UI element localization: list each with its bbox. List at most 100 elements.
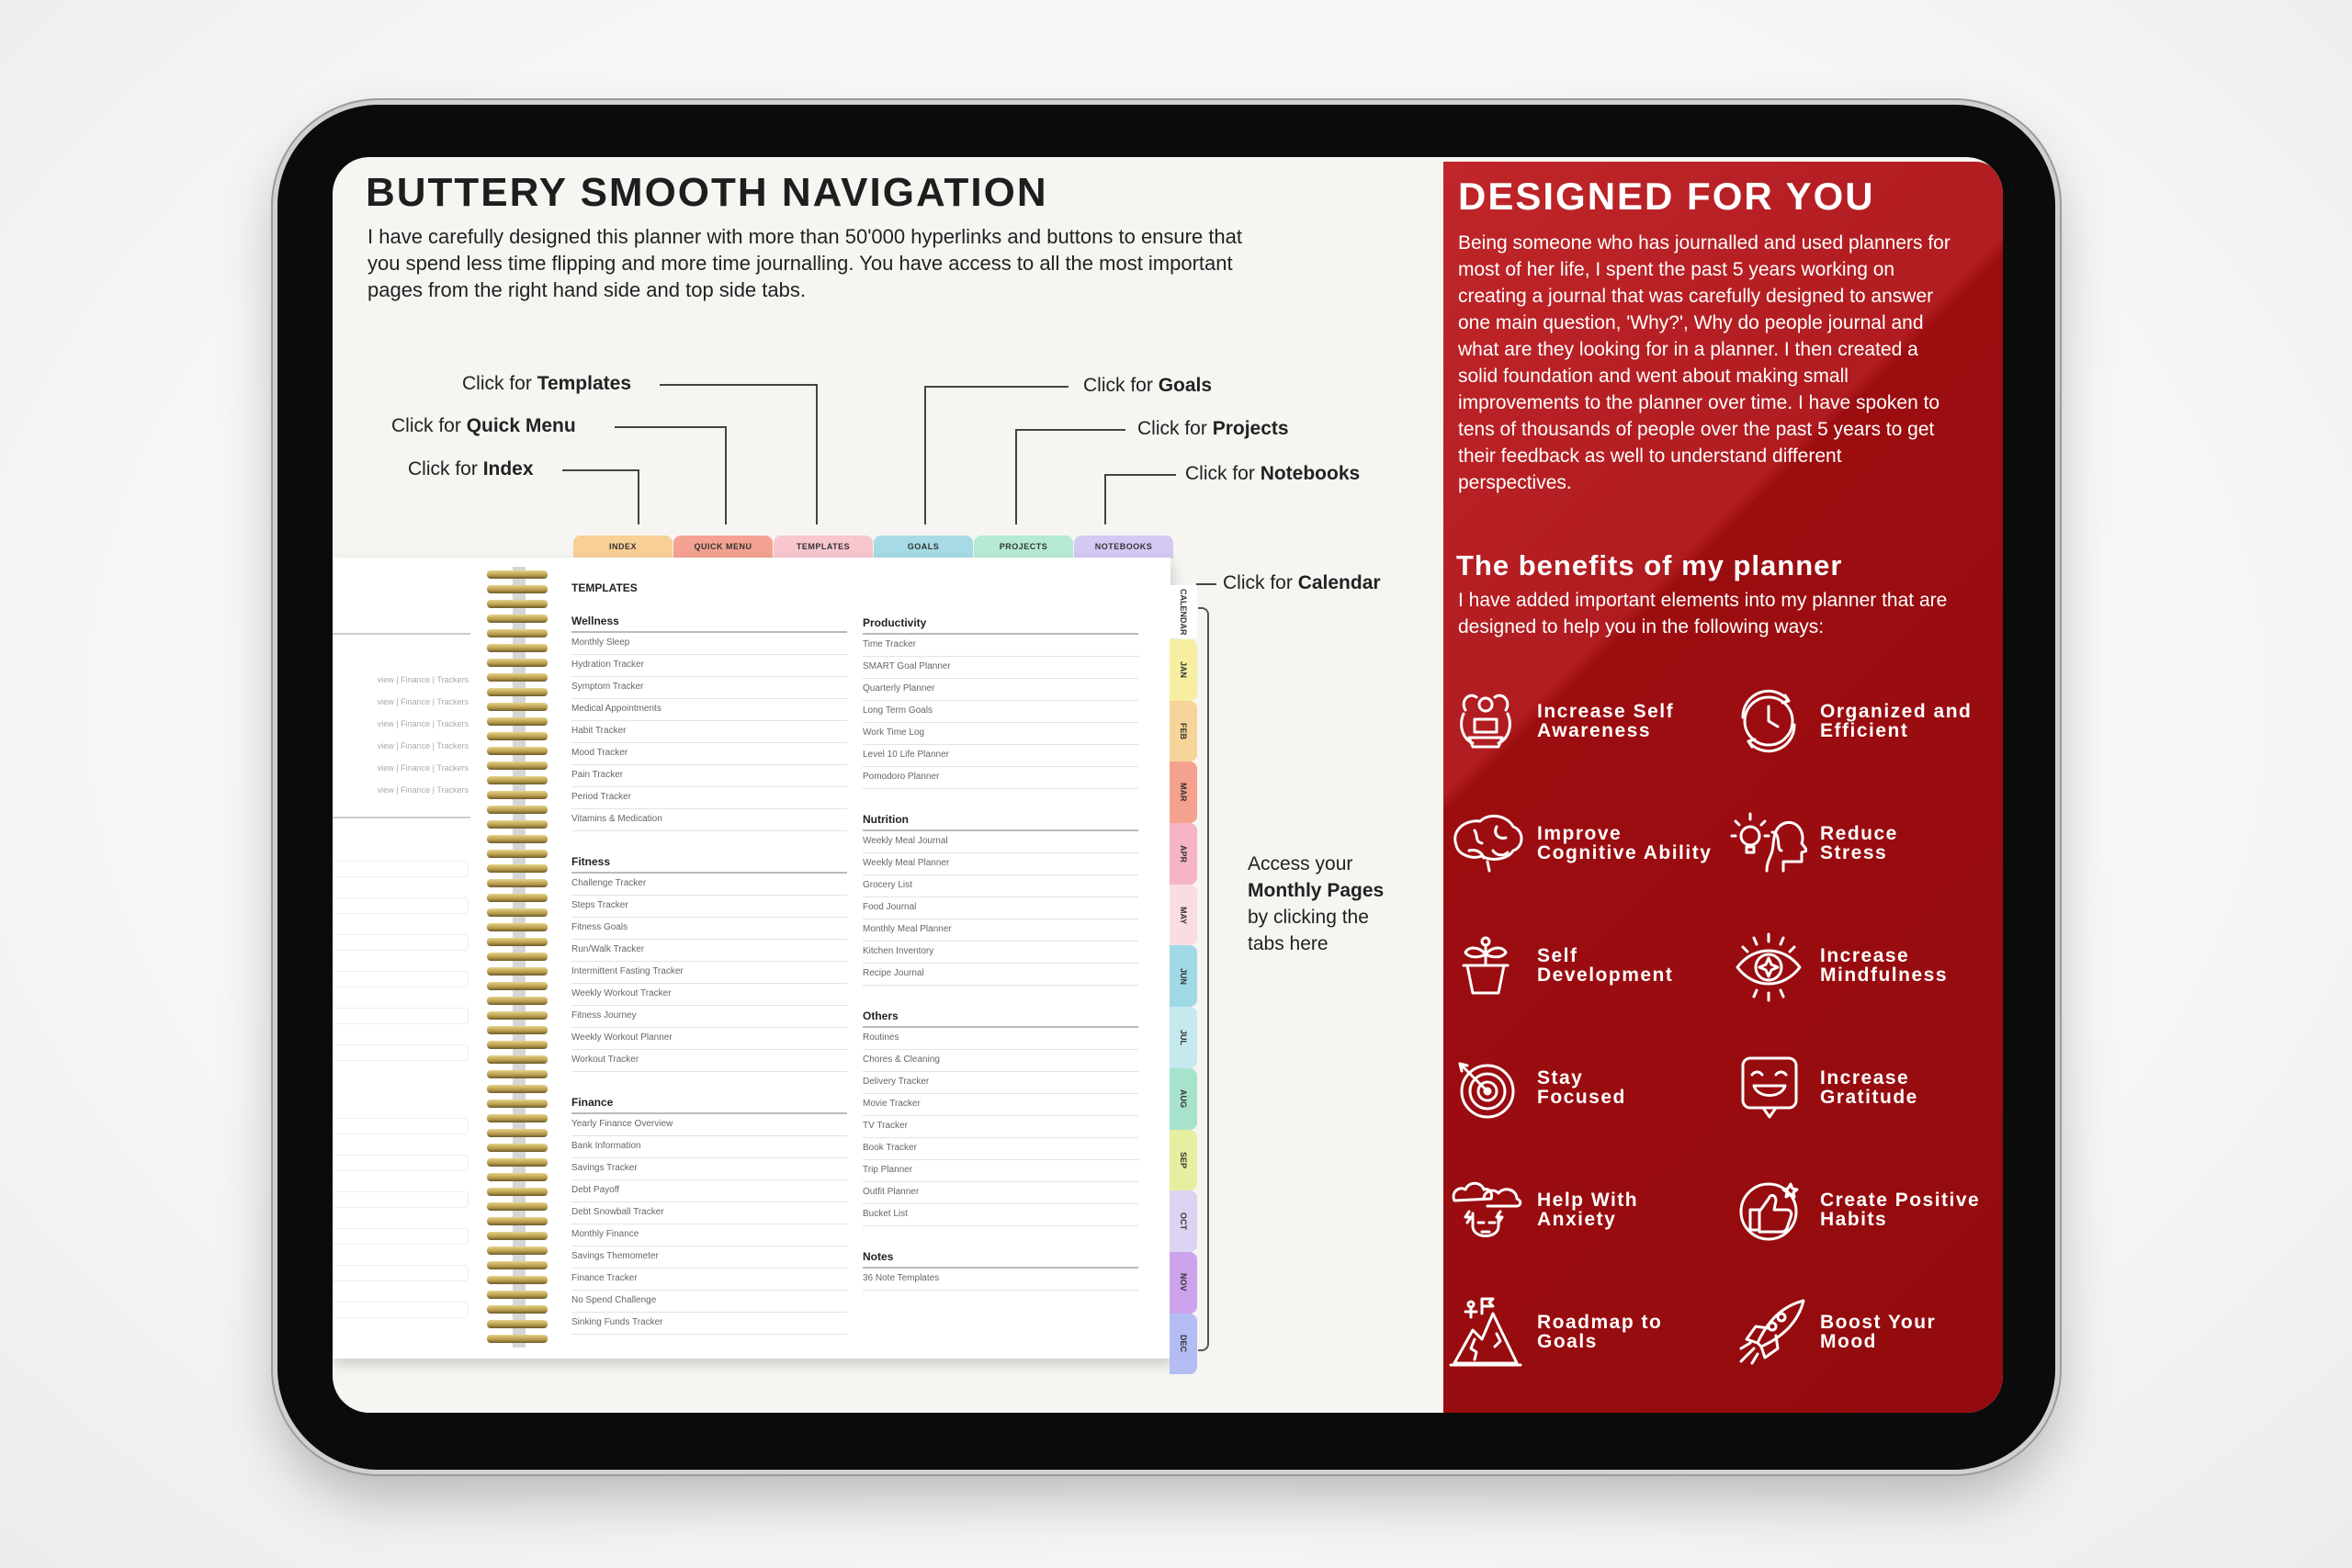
- template-link[interactable]: Time Tracker: [863, 635, 1138, 657]
- template-link[interactable]: Habit Tracker: [571, 721, 847, 743]
- tab-oct[interactable]: OCT: [1170, 1190, 1197, 1252]
- template-link[interactable]: No Spend Challenge: [571, 1291, 847, 1313]
- tab-aug[interactable]: AUG: [1170, 1067, 1197, 1130]
- template-link[interactable]: Savings Tracker: [571, 1158, 847, 1180]
- template-link[interactable]: Bucket List: [863, 1204, 1138, 1226]
- template-link[interactable]: Weekly Workout Tracker: [571, 984, 847, 1006]
- template-link[interactable]: Long Term Goals: [863, 701, 1138, 723]
- spiral-coil: [487, 1291, 548, 1299]
- template-link[interactable]: Debt Snowball Tracker: [571, 1202, 847, 1224]
- template-link[interactable]: Savings Themometer: [571, 1247, 847, 1269]
- tab-jun[interactable]: JUN: [1170, 945, 1197, 1008]
- tab-jul[interactable]: JUL: [1170, 1007, 1197, 1068]
- template-link[interactable]: Monthly Meal Planner: [863, 919, 1138, 942]
- callout-goals: Click for Goals: [1083, 375, 1212, 397]
- tab-notebooks[interactable]: NOTEBOOKS: [1074, 536, 1173, 558]
- tab-projects[interactable]: PROJECTS: [974, 536, 1073, 558]
- spiral-coil: [487, 629, 548, 637]
- tab-dec[interactable]: DEC: [1170, 1313, 1197, 1375]
- spiral-coil: [487, 1188, 548, 1196]
- index-row[interactable]: view | Finance | Trackers: [333, 741, 469, 750]
- callout-prefix: Click for: [391, 415, 467, 436]
- index-row[interactable]: view | Finance | Trackers: [333, 719, 469, 728]
- template-link[interactable]: Trip Planner: [863, 1160, 1138, 1182]
- template-link[interactable]: Period Tracker: [571, 787, 847, 809]
- benefit-item: Roadmap to Goals: [1447, 1293, 1723, 1371]
- template-link[interactable]: Bank Information: [571, 1136, 847, 1158]
- index-row[interactable]: view | Finance | Trackers: [333, 785, 469, 795]
- template-link[interactable]: Vitamins & Medication: [571, 809, 847, 831]
- template-link[interactable]: Fitness Goals: [571, 918, 847, 940]
- template-link[interactable]: Recipe Journal: [863, 964, 1138, 986]
- tab-may[interactable]: MAY: [1170, 884, 1197, 946]
- index-row[interactable]: view | Finance | Trackers: [333, 675, 469, 684]
- index-field: [333, 1302, 469, 1318]
- template-link[interactable]: Pain Tracker: [571, 765, 847, 787]
- template-link[interactable]: Chores & Cleaning: [863, 1050, 1138, 1072]
- template-link[interactable]: Steps Tracker: [571, 896, 847, 918]
- tab-sep[interactable]: SEP: [1170, 1129, 1197, 1191]
- benefit-item: Increase Gratitude: [1730, 1049, 2003, 1126]
- spiral-coil: [487, 615, 548, 623]
- template-link[interactable]: Kitchen Inventory: [863, 942, 1138, 964]
- template-link[interactable]: Delivery Tracker: [863, 1072, 1138, 1094]
- template-link[interactable]: 36 Note Templates: [863, 1269, 1138, 1291]
- spiral-coil: [487, 953, 548, 961]
- template-link[interactable]: Intermittent Fasting Tracker: [571, 962, 847, 984]
- tab-goals[interactable]: GOALS: [874, 536, 973, 558]
- template-link[interactable]: Hydration Tracker: [571, 655, 847, 677]
- template-link[interactable]: SMART Goal Planner: [863, 657, 1138, 679]
- template-link[interactable]: Weekly Meal Journal: [863, 831, 1138, 853]
- callout-label: Quick Menu: [466, 415, 576, 436]
- template-link[interactable]: TV Tracker: [863, 1116, 1138, 1138]
- divider: [333, 633, 470, 635]
- spiral-coil: [487, 1305, 548, 1314]
- template-link[interactable]: Workout Tracker: [571, 1050, 847, 1072]
- tab-index[interactable]: INDEX: [573, 536, 673, 558]
- template-link[interactable]: Fitness Journey: [571, 1006, 847, 1028]
- benefit-label: Increase Self Awareness: [1537, 701, 1675, 741]
- template-link[interactable]: Pomodoro Planner: [863, 767, 1138, 789]
- tab-label: DEC: [1179, 1335, 1188, 1353]
- template-link[interactable]: Weekly Workout Planner: [571, 1028, 847, 1050]
- template-link[interactable]: Outfit Planner: [863, 1182, 1138, 1204]
- template-link[interactable]: Book Tracker: [863, 1138, 1138, 1160]
- tab-feb[interactable]: FEB: [1170, 700, 1197, 762]
- template-link[interactable]: Finance Tracker: [571, 1269, 847, 1291]
- template-link[interactable]: Weekly Meal Planner: [863, 853, 1138, 875]
- index-row[interactable]: view | Finance | Trackers: [333, 763, 469, 773]
- template-link[interactable]: Challenge Tracker: [571, 874, 847, 896]
- template-link[interactable]: Medical Appointments: [571, 699, 847, 721]
- section-heading: Productivity: [863, 613, 1138, 635]
- template-link[interactable]: Monthly Sleep: [571, 633, 847, 655]
- template-link[interactable]: Food Journal: [863, 897, 1138, 919]
- template-link[interactable]: Level 10 Life Planner: [863, 745, 1138, 767]
- template-link[interactable]: Grocery List: [863, 875, 1138, 897]
- template-link[interactable]: Run/Walk Tracker: [571, 940, 847, 962]
- template-link[interactable]: Debt Payoff: [571, 1180, 847, 1202]
- index-row[interactable]: view | Finance | Trackers: [333, 697, 469, 706]
- template-link[interactable]: Yearly Finance Overview: [571, 1114, 847, 1136]
- tab-quick-menu[interactable]: QUICK MENU: [673, 536, 773, 558]
- plant-pot-icon: [1462, 936, 1510, 995]
- template-link[interactable]: Routines: [863, 1028, 1138, 1050]
- benefits-intro: I have added important elements into my …: [1458, 590, 1948, 637]
- spiral-coil: [487, 688, 548, 696]
- template-link[interactable]: Movie Tracker: [863, 1094, 1138, 1116]
- template-link[interactable]: Work Time Log: [863, 723, 1138, 745]
- tab-nov[interactable]: NOV: [1170, 1251, 1197, 1314]
- template-link[interactable]: Sinking Funds Tracker: [571, 1313, 847, 1335]
- tab-templates[interactable]: TEMPLATES: [774, 536, 873, 558]
- tab-mar[interactable]: MAR: [1170, 761, 1197, 824]
- template-link[interactable]: Mood Tracker: [571, 743, 847, 765]
- template-link[interactable]: Monthly Finance: [571, 1224, 847, 1247]
- tab-apr[interactable]: APR: [1170, 823, 1197, 885]
- tab-jan[interactable]: JAN: [1170, 639, 1197, 701]
- template-link[interactable]: Quarterly Planner: [863, 679, 1138, 701]
- tab-calendar[interactable]: CALENDAR: [1170, 585, 1197, 638]
- tablet-screen: BUTTERY SMOOTH NAVIGATION I have careful…: [333, 157, 2003, 1413]
- template-link[interactable]: Symptom Tracker: [571, 677, 847, 699]
- leader-line: [615, 426, 725, 428]
- index-field: [333, 897, 469, 914]
- spiral-coil: [487, 1261, 548, 1269]
